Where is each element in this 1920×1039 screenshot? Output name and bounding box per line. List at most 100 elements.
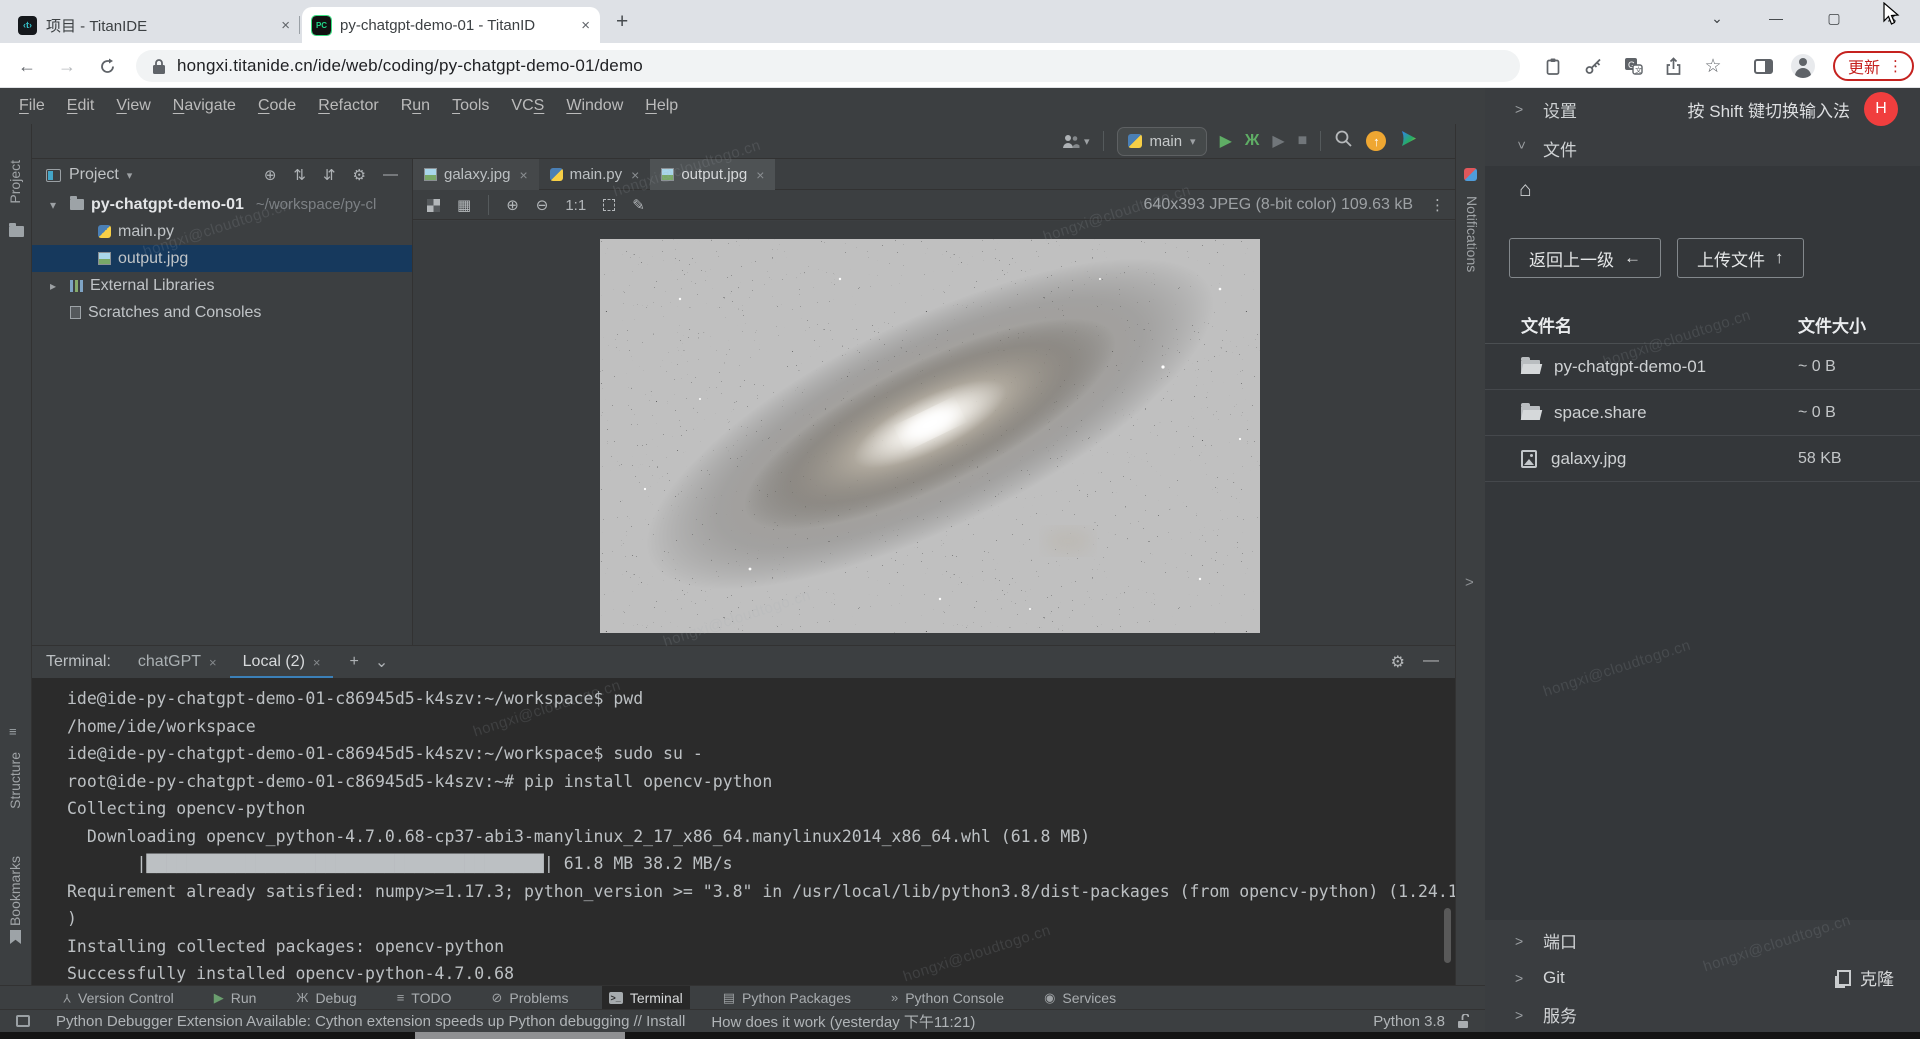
file-row[interactable]: space.share ~ 0 B [1485,390,1920,436]
new-terminal-session-button[interactable]: + [349,653,358,671]
new-tab-button[interactable]: + [616,10,628,34]
stripe-notifications-button[interactable]: Notifications [1464,196,1480,272]
editor-tab[interactable]: main.py × [539,159,651,190]
file-row[interactable]: galaxy.jpg 58 KB [1485,436,1920,482]
run-configuration-select[interactable]: main ▾ [1117,127,1207,156]
close-tab-icon[interactable]: × [209,655,217,670]
panel-expander-chev[interactable]: > [1465,574,1474,591]
run-button[interactable]: ▶ [1220,131,1232,151]
tree-item-main-py[interactable]: main.py [32,218,412,245]
hide-terminal-icon[interactable]: — [1423,652,1439,672]
menu-item[interactable]: Code [247,97,307,115]
stripe-bookmarks-button[interactable]: Bookmarks [7,856,23,926]
url-text[interactable]: hongxi.titanide.cn/ide/web/coding/py-cha… [177,56,643,76]
terminal-output[interactable]: ide@ide-py-chatgpt-demo-01-c86945d5-k4sz… [32,678,1455,985]
go-up-button[interactable]: 返回上一级 ← [1509,238,1661,278]
editor-tab[interactable]: galaxy.jpg × [413,159,539,190]
titanide-logo-icon[interactable] [1399,129,1418,153]
zoom-out-icon[interactable]: ⊖ [536,196,549,214]
color-picker-icon[interactable]: ✎ [632,196,645,214]
browser-profile-avatar[interactable] [1791,54,1815,78]
stripe-project-button[interactable]: Project [7,160,23,204]
tree-item-external-libraries[interactable]: ▸ External Libraries [32,272,412,299]
back-button[interactable]: ← [14,53,40,79]
collapse-all-icon[interactable]: ⇵ [323,166,336,184]
editor-tab[interactable]: output.jpg × [650,159,775,190]
tab-search-icon[interactable]: ⌄ [1694,0,1740,36]
menu-item[interactable]: Window [555,97,634,115]
terminal-dropdown-chevron-icon[interactable]: ⌄ [375,652,388,672]
menu-item[interactable]: View [105,97,161,115]
toolwindow-button[interactable]: ◉ Services [1037,986,1123,1010]
translate-icon[interactable]: G文 [1621,54,1645,78]
close-tab-icon[interactable]: × [631,167,639,183]
toolwindow-button[interactable]: ▤ Python Packages [716,986,858,1010]
chevron-down-icon[interactable]: ▾ [127,169,133,182]
menu-item[interactable]: Run [390,97,441,115]
toolwindow-button[interactable]: Ж Debug [289,986,363,1010]
address-bar[interactable]: hongxi.titanide.cn/ide/web/coding/py-cha… [136,50,1520,82]
project-panel-title[interactable]: Project [69,166,119,184]
status-secondary-message[interactable]: How does it work (yesterday 下午11:21) [711,1011,975,1032]
tree-item-output-jpg[interactable]: output.jpg [32,245,412,272]
panel-section-header[interactable]: > 端口 [1485,922,1920,959]
password-key-icon[interactable] [1581,54,1605,78]
expand-all-icon[interactable]: ⇅ [293,166,306,184]
bookmark-star-icon[interactable]: ☆ [1701,54,1725,78]
toolwindow-button[interactable]: ▶ Run [207,986,264,1010]
settings-section-header[interactable]: > 设置 按 Shift 键切换输入法 H [1485,88,1920,130]
run-with-coverage-button[interactable]: ▶ [1272,131,1284,151]
debug-button[interactable]: Ж [1245,132,1259,150]
close-tab-icon[interactable]: × [313,655,321,670]
files-section-header[interactable]: > 文件 [1485,130,1920,166]
locate-file-icon[interactable]: ⊕ [264,166,277,184]
tree-item-project-root[interactable]: ▾ py-chatgpt-demo-01 ~/workspace/py-cl [32,191,412,218]
ide-update-badge[interactable]: ↑ [1366,131,1386,151]
stop-button[interactable]: ■ [1298,132,1308,150]
panel-section-header[interactable]: > Git 克隆 [1485,959,1920,996]
toolwindow-button[interactable]: » Python Console [884,986,1011,1010]
search-everywhere-button[interactable] [1334,129,1353,153]
close-tab-icon[interactable]: × [756,167,764,183]
status-message[interactable]: Python Debugger Extension Available: Cyt… [56,1013,685,1030]
editor-options-kebab-icon[interactable]: ⋮ [1430,196,1445,214]
terminal-tab[interactable]: Local (2) × [230,646,334,679]
chevron-expanded-icon[interactable]: ▾ [50,198,63,212]
toolwindow-button[interactable]: ≡ TODO [390,986,459,1010]
menu-item[interactable]: File [8,97,56,115]
chrome-update-button[interactable]: 更新 ⋮ [1833,51,1914,81]
terminal-settings-gear-icon[interactable]: ⚙ [1391,652,1405,672]
upload-file-button[interactable]: 上传文件 ↑ [1677,238,1804,278]
python-interpreter-selector[interactable]: Python 3.8 [1373,1013,1445,1030]
close-tab-icon[interactable]: × [519,167,527,183]
share-icon[interactable] [1661,54,1685,78]
menu-item[interactable]: Edit [56,97,106,115]
menu-item[interactable]: Help [634,97,689,115]
toolwindow-button[interactable]: ⊘ Problems [485,986,576,1010]
home-icon[interactable]: ⌂ [1519,178,1532,202]
hide-panel-icon[interactable]: — [383,166,398,184]
browser-tab-titanide[interactable]: ‹t› 项目 - TitanIDE × [8,7,300,43]
notifications-icon[interactable] [1464,168,1477,181]
zoom-in-icon[interactable]: ⊕ [506,196,519,214]
reload-button[interactable] [94,53,120,79]
terminal-tab[interactable]: chatGPT × [125,646,230,679]
fit-to-window-icon[interactable] [603,199,615,211]
file-row[interactable]: py-chatgpt-demo-01 ~ 0 B [1485,344,1920,390]
git-clone-button[interactable]: 克隆 [1837,965,1894,990]
toolwindow-button[interactable]: Y Version Control [56,986,181,1010]
settings-gear-icon[interactable]: ⚙ [353,166,366,184]
menu-item[interactable]: Tools [441,97,500,115]
panel-section-header[interactable]: > 服务 [1485,996,1920,1033]
transparency-checker-icon[interactable] [427,199,440,212]
chevron-collapsed-icon[interactable]: ▸ [50,279,63,293]
stripe-structure-button[interactable]: Structure [7,752,23,809]
unlocked-padlock-icon[interactable] [1457,1014,1469,1029]
clipboard-icon[interactable] [1541,54,1565,78]
menu-item[interactable]: Refactor [307,97,389,115]
forward-button[interactable]: → [54,53,80,79]
window-maximize-button[interactable]: ▢ [1811,0,1857,36]
tree-item-scratches[interactable]: Scratches and Consoles [32,299,412,326]
actual-size-button[interactable]: 1:1 [565,197,586,214]
menu-item[interactable]: Navigate [162,97,247,115]
